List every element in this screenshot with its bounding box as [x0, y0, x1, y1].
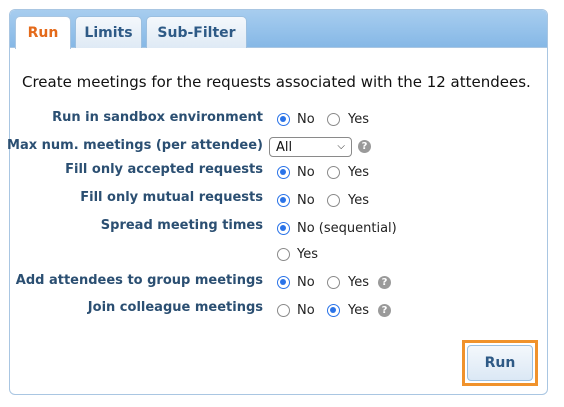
run-button[interactable]: Run	[467, 345, 533, 381]
accepted-label: Fill only accepted requests	[65, 162, 263, 177]
sandbox-no-radio[interactable]	[277, 113, 290, 126]
group-no-radio[interactable]	[277, 276, 290, 289]
help-icon[interactable]: ?	[378, 304, 391, 317]
group-no-label: No	[297, 275, 315, 290]
group-meetings-label: Add attendees to group meetings	[15, 273, 263, 288]
chevron-down-icon: ⌵	[337, 141, 345, 152]
max-meetings-label: Max num. meetings (per attendee)	[7, 138, 263, 153]
mutual-yes-radio[interactable]	[327, 194, 340, 207]
tab-sub-filter[interactable]: Sub-Filter	[146, 16, 247, 48]
colleague-yes-label: Yes	[348, 303, 369, 318]
group-yes-radio[interactable]	[327, 276, 340, 289]
accepted-yes-radio[interactable]	[327, 166, 340, 179]
colleague-meetings-label: Join colleague meetings	[87, 300, 263, 315]
group-yes-label: Yes	[348, 275, 369, 290]
accepted-no-label: No	[297, 165, 315, 180]
colleague-yes-radio[interactable]	[327, 304, 340, 317]
max-meetings-select[interactable]: All ⌵	[269, 137, 352, 157]
mutual-no-label: No	[297, 193, 315, 208]
sandbox-yes-label: Yes	[348, 112, 369, 127]
spread-yes-label: Yes	[297, 247, 318, 262]
tab-bar: Run Limits Sub-Filter	[10, 10, 547, 49]
colleague-no-label: No	[297, 303, 315, 318]
sandbox-label: Run in sandbox environment	[52, 110, 263, 125]
sandbox-no-label: No	[297, 112, 315, 127]
help-icon[interactable]: ?	[358, 140, 371, 153]
colleague-no-radio[interactable]	[277, 304, 290, 317]
intro-text: Create meetings for the requests associa…	[22, 73, 531, 91]
mutual-yes-label: Yes	[348, 193, 369, 208]
mutual-label: Fill only mutual requests	[80, 190, 263, 205]
tab-run[interactable]: Run	[15, 16, 71, 49]
mutual-no-radio[interactable]	[277, 194, 290, 207]
accepted-no-radio[interactable]	[277, 166, 290, 179]
spread-no-label: No (sequential)	[297, 221, 397, 236]
help-icon[interactable]: ?	[378, 276, 391, 289]
accepted-yes-label: Yes	[348, 165, 369, 180]
spread-yes-radio[interactable]	[277, 248, 290, 261]
spread-no-radio[interactable]	[277, 222, 290, 235]
max-meetings-value: All	[276, 139, 293, 155]
tab-limits[interactable]: Limits	[75, 16, 142, 48]
sandbox-yes-radio[interactable]	[327, 113, 340, 126]
spread-label: Spread meeting times	[100, 218, 263, 233]
